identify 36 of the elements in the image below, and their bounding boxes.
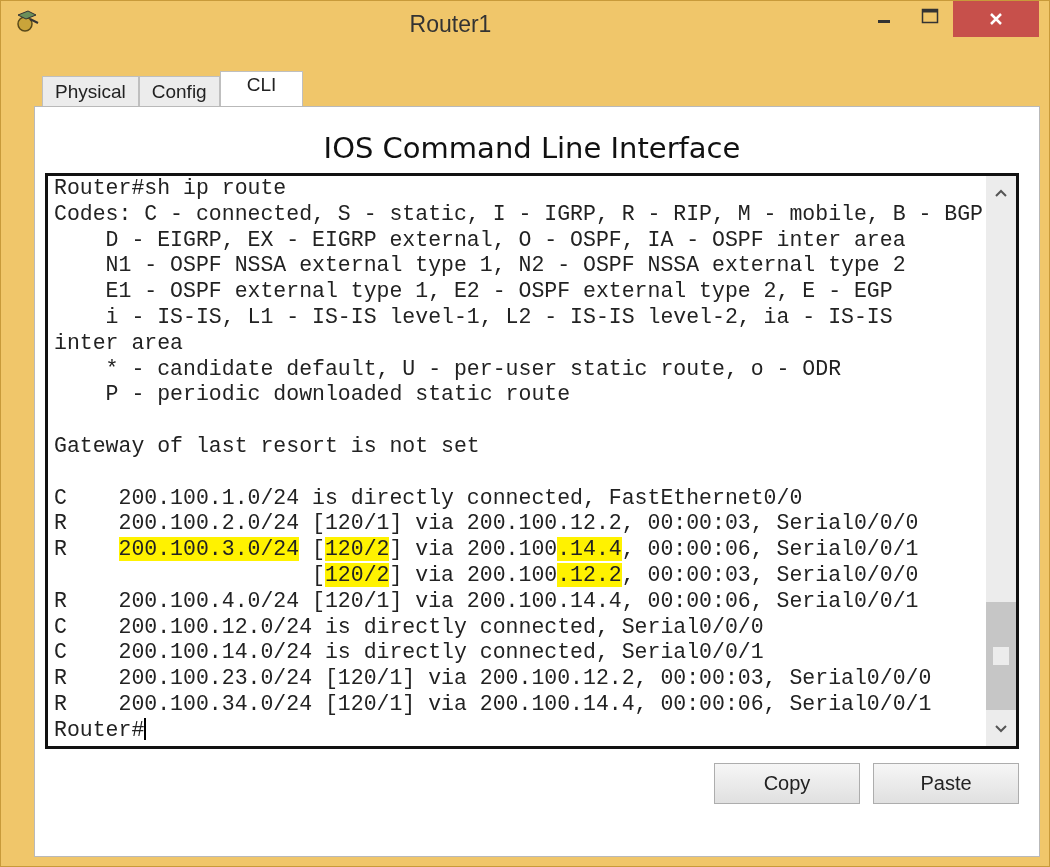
terminal-line: R 200.100.2.0/24 [120/1] via 200.100.12.2, 00:00:03, Serial0/0/0	[54, 511, 920, 538]
terminal-line: i - IS-IS, L1 - IS-IS level-1, L2 - IS-IS level-2, ia - IS-IS	[104, 305, 894, 331]
terminal-line: R 200.100.3.0/24 [120/2] via 200.100.14.4, 00:00:06, Serial0/0/1	[54, 537, 920, 563]
app-icon	[14, 9, 40, 33]
action-button[interactable]: Copy	[714, 763, 860, 804]
tab[interactable]: Config	[138, 76, 220, 106]
terminal-line: * - candidate default, U - per-user static route, o - ODR	[104, 356, 843, 383]
terminal-line: E1 - OSPF external type 1, E2 - OSPF external type 2, E - EGP	[104, 279, 894, 305]
scrollbar[interactable]	[986, 176, 1016, 746]
terminal-line: C 200.100.12.0/24 is directly connected, Serial0/0/0	[54, 614, 765, 641]
terminal-line: R 200.100.4.0/24 [120/1] via 200.100.14.4, 00:00:06, Serial0/0/1	[54, 588, 920, 615]
scroll-down-icon[interactable]	[994, 724, 1008, 734]
terminal-console[interactable]	[45, 173, 1019, 749]
panel-heading: IOS Command Line Interface	[322, 130, 742, 167]
terminal-line: [120/2] via 200.100.12.2, 00:00:03, Serial0/0/0	[311, 562, 920, 589]
terminal-line: Gateway of last resort is not set	[54, 433, 481, 460]
maximize-icon	[921, 8, 939, 24]
terminal-line: R 200.100.23.0/24 [120/1] via 200.100.12.2, 00:00:03, Serial0/0/0	[54, 666, 933, 692]
minimize-icon	[878, 19, 890, 23]
terminal-line: inter area	[54, 330, 185, 357]
scroll-up-icon[interactable]	[994, 188, 1008, 198]
action-button[interactable]: Paste	[873, 763, 1019, 804]
terminal-line: Router#	[54, 717, 145, 742]
window-title: Router1	[408, 10, 493, 38]
terminal-line: Codes: C - connected, S - static, I - IGRP, R - RIP, M - mobile, B - BGP	[54, 201, 984, 228]
terminal-line: R 200.100.34.0/24 [120/1] via 200.100.14.4, 00:00:06, Serial0/0/1	[54, 691, 933, 718]
terminal-line: P - periodic downloaded static route	[104, 382, 572, 409]
terminal-line: C 200.100.1.0/24 is directly connected, FastEthernet0/0	[54, 485, 804, 512]
terminal-line: Router#sh ip route	[54, 176, 288, 202]
terminal-line: N1 - OSPF NSSA external type 1, N2 - OSPF NSSA external type 2	[104, 253, 907, 280]
tab[interactable]: CLI	[219, 71, 304, 106]
terminal-line: C 200.100.14.0/24 is directly connected, Serial0/0/1	[54, 640, 765, 667]
terminal-line: D - EIGRP, EX - EIGRP external, O - OSPF, IA - OSPF inter area	[104, 227, 907, 254]
tab[interactable]: Physical	[42, 76, 139, 106]
scroll-thumb[interactable]	[986, 602, 1016, 710]
close-icon	[988, 11, 1004, 27]
